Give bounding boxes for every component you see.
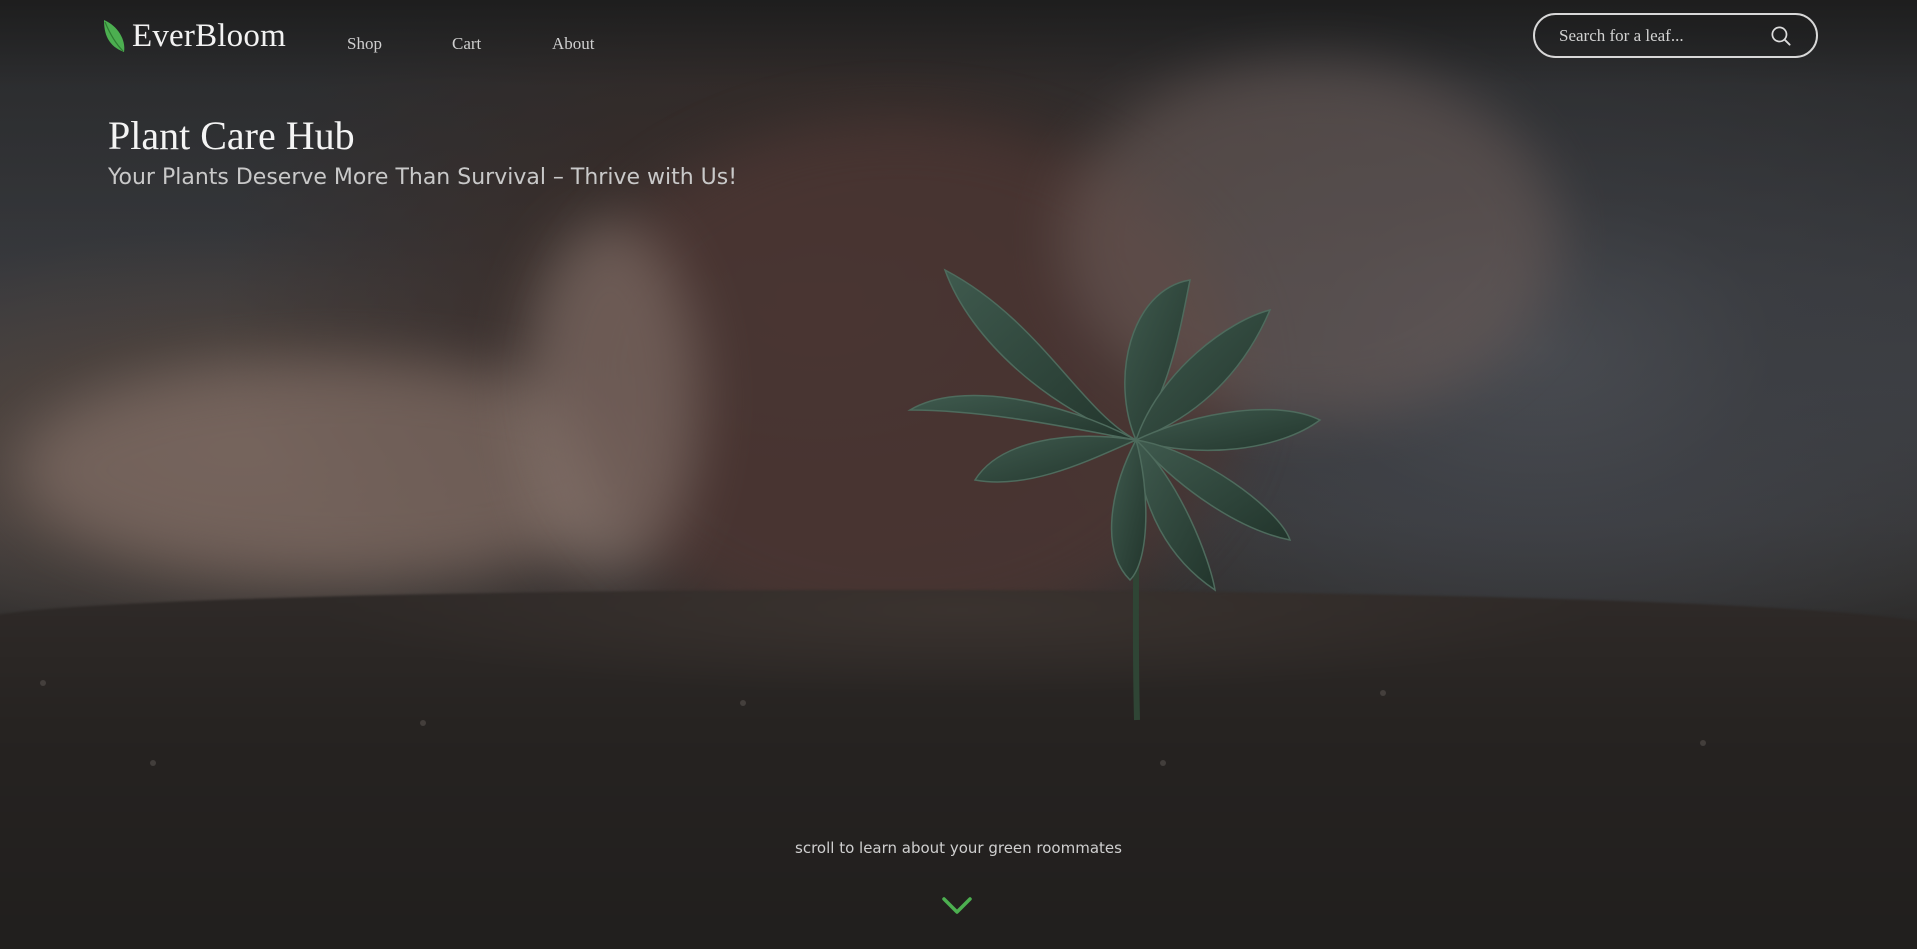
soil-speck (1160, 760, 1166, 766)
search-bar (1533, 13, 1818, 58)
nav-link-about[interactable]: About (552, 34, 595, 54)
soil-speck (1380, 690, 1386, 696)
search-input[interactable] (1535, 24, 1770, 47)
seedling-illustration (907, 268, 1322, 721)
page-title: Plant Care Hub (108, 113, 355, 158)
scroll-hint: scroll to learn about your green roommat… (795, 839, 1122, 857)
search-icon[interactable] (1770, 22, 1792, 50)
soil-speck (1700, 740, 1706, 746)
nav-link-cart[interactable]: Cart (452, 34, 481, 54)
background-hand (520, 220, 700, 580)
soil-speck (420, 720, 426, 726)
chevron-down-icon[interactable] (941, 895, 973, 917)
soil-speck (740, 700, 746, 706)
nav-link-shop[interactable]: Shop (347, 34, 382, 54)
soil-speck (40, 680, 46, 686)
soil-speck (150, 760, 156, 766)
brand-logo[interactable]: EverBloom (102, 18, 286, 55)
brand-name: EverBloom (132, 18, 286, 54)
page-subtitle: Your Plants Deserve More Than Survival –… (108, 165, 738, 190)
leaf-icon (104, 19, 125, 52)
